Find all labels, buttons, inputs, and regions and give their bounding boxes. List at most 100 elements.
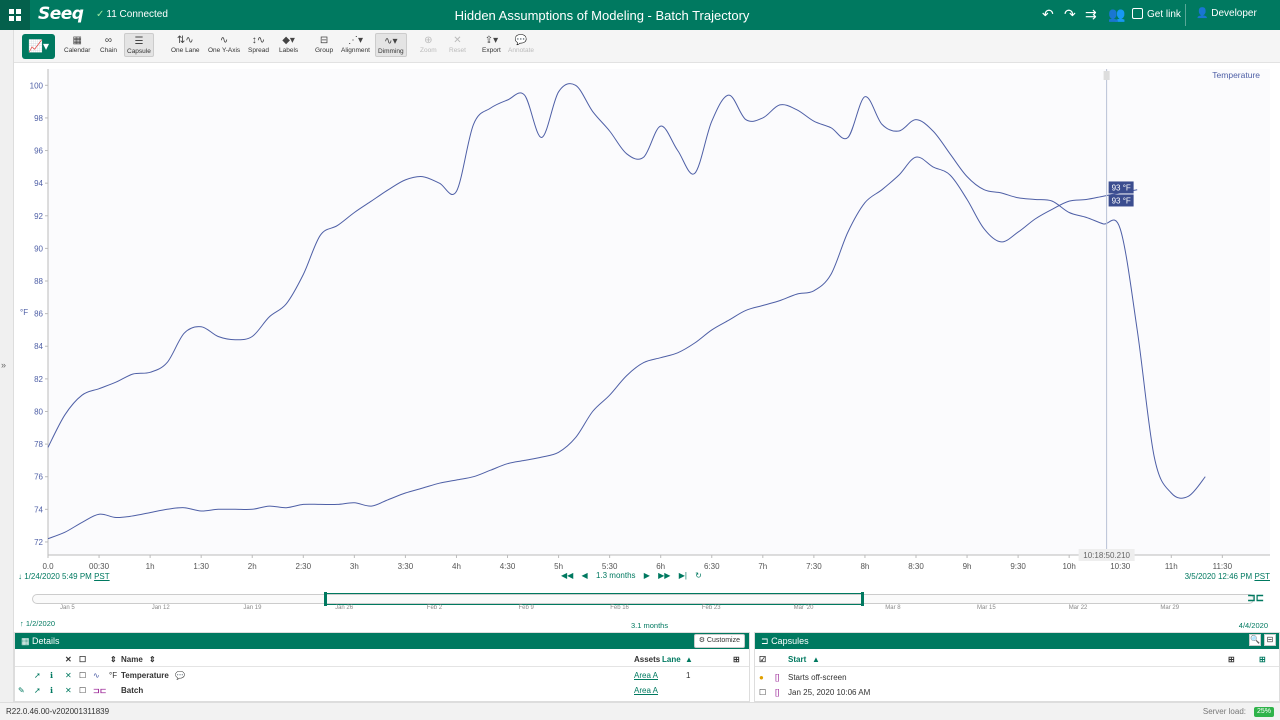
overview-tick-label: Jan 26 bbox=[335, 605, 354, 611]
chain-icon: ∞ bbox=[104, 35, 113, 46]
select-all-checkbox[interactable]: ☐ bbox=[79, 652, 86, 667]
zoom-button[interactable]: ⊕ Zoom bbox=[420, 34, 437, 54]
display-range-end[interactable]: 3/5/2020 12:46 PM PST bbox=[1185, 572, 1270, 581]
step-forward-icon[interactable]: ▶ bbox=[644, 571, 650, 580]
column-options-icon[interactable]: ⊞ bbox=[1228, 652, 1235, 667]
collapse-icon[interactable]: ⊟ bbox=[1264, 634, 1276, 646]
y-tick-label: 92 bbox=[34, 212, 43, 221]
refresh-icon[interactable]: ↻ bbox=[695, 571, 702, 580]
group-button[interactable]: ⊟ Group bbox=[315, 34, 333, 54]
x-tick-label: 8:30 bbox=[908, 562, 924, 571]
investigate-range-end[interactable]: 4/4/2020 bbox=[1239, 621, 1268, 630]
spread-button[interactable]: ↕∿ Spread bbox=[248, 34, 269, 54]
lane-column-header[interactable]: Lane bbox=[662, 652, 681, 667]
y-tick-label: 80 bbox=[34, 407, 43, 416]
duration-label[interactable]: 1.3 months bbox=[596, 571, 636, 580]
get-link-button[interactable]: Get link bbox=[1132, 8, 1181, 20]
window-left-handle[interactable] bbox=[324, 592, 327, 606]
one-y-axis-button[interactable]: ∿ One Y-Axis bbox=[208, 34, 240, 54]
chain-button[interactable]: ∞ Chain bbox=[100, 34, 117, 54]
investigate-range-start[interactable]: ↑ 1/2/2020 bbox=[20, 619, 55, 628]
reset-button[interactable]: ✕ Reset bbox=[449, 34, 466, 54]
trend-chart-svg[interactable]: 72 74 76 78 80 82 84 86 88 90 92 94 96 98 100 0.0 00:30… bbox=[14, 63, 1280, 583]
start-column-header[interactable]: Start bbox=[788, 652, 806, 667]
signal-icon: ∿ bbox=[93, 671, 100, 680]
app-grid-icon[interactable] bbox=[0, 0, 30, 30]
calendar-icon: ▦ bbox=[72, 35, 82, 46]
customize-button[interactable]: ⚙ Customize bbox=[693, 634, 745, 648]
one-lane-button[interactable]: ⇅∿ One Lane bbox=[171, 34, 200, 54]
user-menu[interactable]: 👤 Developer bbox=[1196, 8, 1257, 19]
zoom-capsule-icon[interactable]: 🔍 bbox=[1249, 634, 1261, 646]
select-all-checkbox[interactable]: ☑ bbox=[759, 652, 766, 667]
sort-asc-icon[interactable]: ▲ bbox=[685, 652, 693, 667]
view-selector-button[interactable]: 📈▾ bbox=[22, 34, 55, 59]
dimming-button[interactable]: ∿▾ Dimming bbox=[375, 33, 407, 57]
condition-icon: ⊐⊏ bbox=[93, 686, 107, 695]
name-column-header[interactable]: Name bbox=[121, 652, 143, 667]
cursor-handle[interactable] bbox=[1103, 71, 1110, 80]
left-collapse-strip[interactable]: » bbox=[0, 30, 14, 702]
capsule-button[interactable]: ☰ Capsule bbox=[124, 33, 154, 57]
remove-all-icon[interactable]: ✕ bbox=[65, 652, 72, 667]
item-name[interactable]: Temperature bbox=[121, 668, 169, 683]
connection-status[interactable]: ✓ 11 Connected bbox=[96, 9, 168, 20]
labels-button[interactable]: ◆▾ Labels bbox=[279, 34, 298, 54]
remove-icon[interactable]: ✕ bbox=[65, 683, 72, 698]
overview-range-bar[interactable]: Jan 5 Jan 12 Jan 19 Jan 26 Feb 2 Feb 9 Feb 16 F… bbox=[14, 590, 1280, 632]
sort-icon[interactable]: ⇕ bbox=[110, 652, 117, 667]
column-options-icon[interactable]: ⊞ bbox=[733, 652, 740, 667]
y-tick-label: 98 bbox=[34, 114, 43, 123]
export-button[interactable]: ⇪▾ Export bbox=[482, 34, 501, 54]
info-icon[interactable]: ℹ bbox=[50, 683, 53, 698]
row-checkbox[interactable]: ☐ bbox=[759, 685, 766, 700]
y-tick-label: 88 bbox=[34, 277, 43, 286]
row-checkbox[interactable]: ☐ bbox=[79, 668, 86, 683]
y-ticks: 72 74 76 78 80 82 84 86 88 90 92 94 96 98 100 bbox=[30, 81, 48, 547]
edit-icon[interactable]: ✎ bbox=[18, 683, 25, 698]
step-to-now-icon[interactable]: ▶| bbox=[679, 571, 687, 580]
row-checkbox[interactable]: ☐ bbox=[79, 683, 86, 698]
annotation-icon[interactable]: 💬 bbox=[175, 668, 185, 683]
remove-icon[interactable]: ✕ bbox=[65, 668, 72, 683]
calendar-button[interactable]: ▦ Calendar bbox=[64, 34, 90, 54]
redo-icon[interactable]: ↷ bbox=[1064, 6, 1076, 23]
investigate-range-duration[interactable]: 3.1 months bbox=[631, 621, 668, 630]
annotate-icon: 💬 bbox=[514, 35, 528, 46]
window-right-handle[interactable] bbox=[861, 592, 864, 606]
annotate-button[interactable]: 💬 Annotate bbox=[508, 34, 534, 54]
seeq-logo[interactable]: Seeq bbox=[38, 4, 84, 24]
info-icon[interactable]: ℹ bbox=[50, 668, 53, 683]
users-icon[interactable]: 👥 bbox=[1108, 6, 1125, 23]
capsule-row[interactable]: ☐ [] Jan 25, 2020 10:06 AM bbox=[755, 685, 1279, 700]
step-back-far-icon[interactable]: ◀◀ bbox=[561, 571, 573, 580]
step-forward-far-icon[interactable]: ▶▶ bbox=[658, 571, 670, 580]
sort-icon[interactable]: ⇕ bbox=[149, 652, 156, 667]
details-panel: ▦ Details ⚙ Customize ✕ ☐ ⇕ Name ⇕ Asset… bbox=[14, 632, 750, 702]
details-row[interactable]: ✎ ➚ ℹ ✕ ☐ ⊐⊏ Batch Area A bbox=[15, 683, 749, 698]
display-range-start[interactable]: ↓ 1/24/2020 5:49 PM PST bbox=[18, 572, 110, 581]
redo-all-icon[interactable]: ⇉ bbox=[1085, 6, 1097, 23]
x-tick-label: 6:30 bbox=[704, 562, 720, 571]
check-icon: ✓ bbox=[96, 9, 105, 20]
assets-column-header[interactable]: Assets bbox=[634, 652, 660, 667]
cursor-time-label: 10:18:50.210 bbox=[1083, 551, 1130, 560]
details-row[interactable]: ➚ ℹ ✕ ☐ ∿ °F Temperature 💬 Area A 1 bbox=[15, 668, 749, 683]
pin-icon[interactable]: ➚ bbox=[34, 668, 41, 683]
overview-tick-label: Jan 12 bbox=[151, 605, 170, 611]
overview-window[interactable] bbox=[324, 592, 864, 606]
pin-icon[interactable]: ➚ bbox=[34, 683, 41, 698]
y-tick-label: 72 bbox=[34, 538, 43, 547]
trend-chart[interactable]: 72 74 76 78 80 82 84 86 88 90 92 94 96 98 100 0.0 00:30… bbox=[14, 63, 1280, 583]
item-name[interactable]: Batch bbox=[121, 683, 143, 698]
sort-asc-icon[interactable]: ▲ bbox=[812, 652, 820, 667]
undo-icon[interactable]: ↶ bbox=[1042, 6, 1054, 23]
capsule-row[interactable]: ● [] Starts off-screen bbox=[755, 670, 1279, 685]
capsule-flag-icon[interactable]: ⊐⊏ bbox=[1247, 593, 1264, 604]
step-back-icon[interactable]: ◀ bbox=[582, 571, 588, 580]
y-tick-label: 84 bbox=[34, 342, 43, 351]
table-options-icon[interactable]: ⊞ bbox=[1259, 652, 1266, 667]
alignment-button[interactable]: ⋰▾ Alignment bbox=[341, 34, 370, 54]
asset-link[interactable]: Area A bbox=[634, 668, 658, 683]
asset-link[interactable]: Area A bbox=[634, 683, 658, 698]
